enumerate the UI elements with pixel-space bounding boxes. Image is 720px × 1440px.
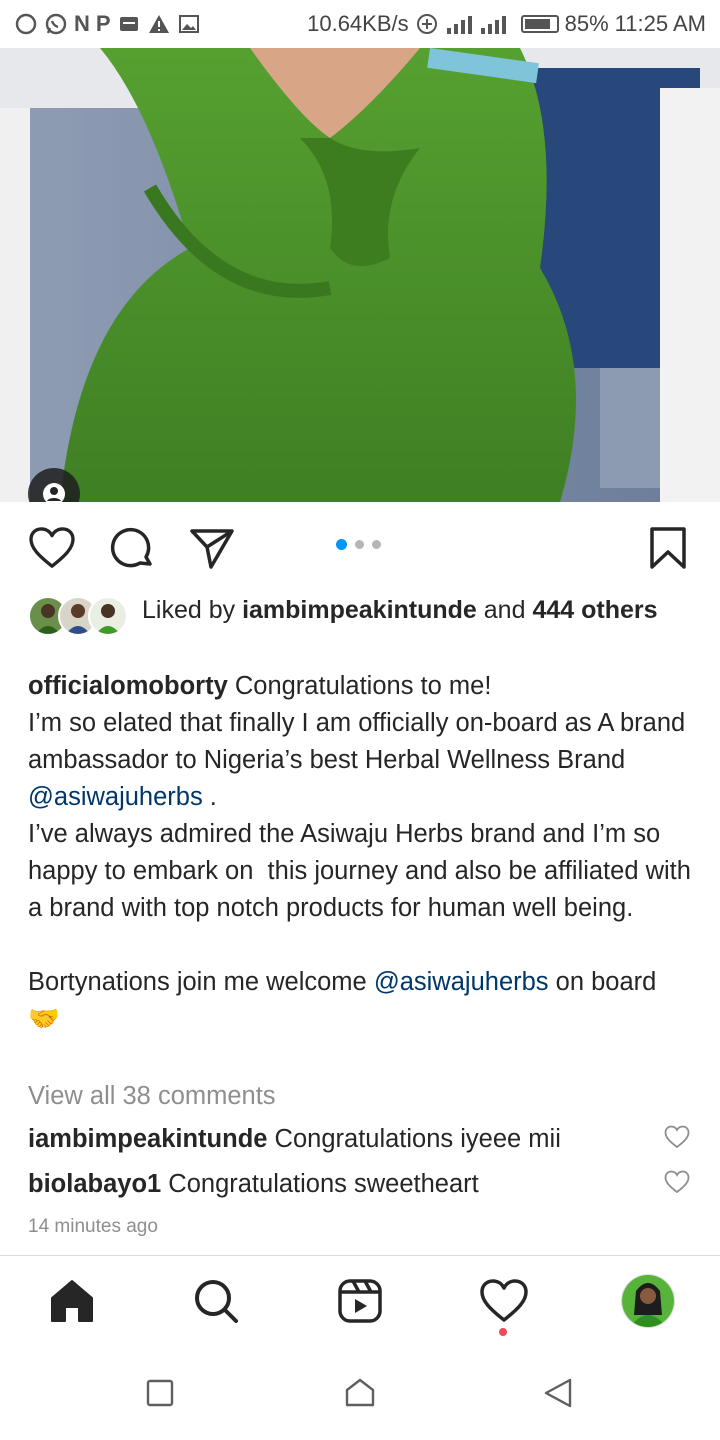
liked-by-row[interactable]: Liked by iambimpeakintunde and 444 other…	[28, 594, 698, 638]
carousel-dot-active	[336, 539, 347, 550]
nav-reels[interactable]	[333, 1274, 387, 1328]
message-icon	[119, 17, 138, 31]
caption-mention[interactable]: @asiwajuherbs	[28, 783, 203, 811]
chat-bubble-icon	[15, 13, 37, 35]
heart-icon	[29, 527, 75, 568]
share-icon	[190, 529, 234, 569]
comment-icon	[110, 527, 152, 568]
likes-others[interactable]: others	[574, 596, 657, 624]
liked-by-and: and	[476, 596, 533, 624]
caption-username[interactable]: officialomoborty	[28, 672, 228, 700]
bottom-navigation	[0, 1255, 720, 1346]
comment-row: biolabayo1 Congratulations sweetheart	[28, 1170, 668, 1199]
whatsapp-icon	[45, 13, 67, 35]
caption-after-mention: .	[202, 783, 217, 811]
nav-search[interactable]	[189, 1274, 243, 1328]
comment-like-heart-icon[interactable]	[664, 1169, 690, 1195]
bookmark-icon	[650, 527, 686, 569]
status-icons-right: 10.64KB/s 85% 11:25 AM	[307, 11, 706, 37]
home-icon	[51, 1280, 93, 1322]
post-photo-image	[0, 48, 720, 502]
carousel-dot	[372, 540, 381, 549]
comment-username[interactable]: iambimpeakintunde	[28, 1125, 267, 1153]
caption-mention-2[interactable]: @asiwajuherbs	[374, 968, 549, 996]
nav-profile[interactable]	[621, 1274, 675, 1328]
status-icons-left: N P	[14, 11, 201, 37]
carousel-indicator	[336, 539, 381, 550]
caption-line2: I’m so elated that finally I am official…	[28, 709, 693, 774]
home-pentagon-icon	[345, 1378, 375, 1407]
search-icon	[195, 1280, 238, 1323]
activity-notification-dot	[499, 1328, 507, 1336]
signal-icon	[446, 16, 506, 34]
likes-count[interactable]: 444	[532, 596, 574, 624]
like-button[interactable]	[28, 524, 76, 572]
liked-by-prefix: Liked by	[142, 596, 243, 624]
liker-avatars	[28, 596, 132, 638]
notification-n-icon: N	[74, 11, 90, 36]
comment-row: iambimpeakintunde Congratulations iyeee …	[28, 1125, 668, 1154]
caption-line1: Congratulations to me!	[227, 672, 492, 700]
recents-button[interactable]	[140, 1373, 180, 1413]
handshake-emoji: 🤝	[28, 1005, 60, 1033]
liked-by-text: Liked by iambimpeakintunde and 444 other…	[142, 594, 658, 627]
carousel-dot	[355, 540, 364, 549]
comment-username[interactable]: biolabayo1	[28, 1170, 161, 1198]
status-bar: N P 10.64KB/s 85% 11:25 AM	[0, 0, 720, 48]
add-circle-icon	[416, 14, 437, 34]
reels-icon	[338, 1279, 382, 1323]
back-triangle-icon	[544, 1378, 572, 1408]
system-navigation-bar	[0, 1345, 720, 1440]
share-button[interactable]	[188, 524, 236, 572]
profile-avatar	[621, 1274, 675, 1328]
nav-home[interactable]	[45, 1274, 99, 1328]
notification-p-icon: P	[95, 11, 111, 36]
comment-text: Congratulations iyeee mii	[267, 1125, 561, 1153]
battery-icon	[520, 15, 559, 33]
battery-percent: 85%	[564, 11, 609, 36]
caption-line4: Bortynations join me welcome	[28, 968, 374, 996]
liked-by-username[interactable]: iambimpeakintunde	[242, 596, 477, 624]
system-home-button[interactable]	[340, 1373, 380, 1413]
caption-line4-suffix: on board	[548, 968, 664, 996]
comment-text: Congratulations sweetheart	[161, 1170, 479, 1198]
person-icon	[43, 483, 65, 502]
view-all-comments-link[interactable]: View all 38 comments	[28, 1082, 276, 1111]
recents-square-icon	[146, 1379, 174, 1407]
image-icon	[178, 15, 199, 33]
save-button[interactable]	[644, 524, 692, 572]
post-caption: officialomoborty Congratulations to me! …	[28, 668, 692, 1038]
comment-button[interactable]	[108, 524, 156, 572]
warning-icon	[148, 15, 169, 33]
network-speed: 10.64KB/s	[307, 11, 409, 36]
avatar	[88, 596, 128, 636]
post-timestamp: 14 minutes ago	[28, 1216, 158, 1237]
clock: 11:25 AM	[614, 11, 706, 36]
activity-heart-icon	[480, 1279, 528, 1322]
caption-line3: I’ve always admired the Asiwaju Herbs br…	[28, 820, 699, 922]
nav-activity[interactable]	[477, 1274, 531, 1328]
post-photo[interactable]	[0, 48, 720, 502]
post-actions	[0, 520, 720, 576]
comment-like-heart-icon[interactable]	[664, 1124, 690, 1150]
back-button[interactable]	[538, 1373, 578, 1413]
